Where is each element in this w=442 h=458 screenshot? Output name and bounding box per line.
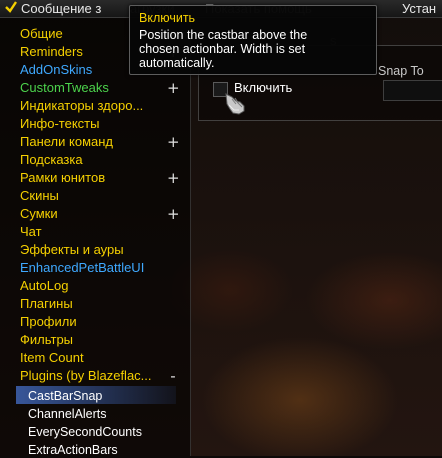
sidebar-subitem[interactable]: EverySecondCounts xyxy=(28,424,142,440)
sidebar-item[interactable]: Плагины xyxy=(20,296,73,312)
sidebar-item[interactable]: Инфо-тексты xyxy=(20,116,99,132)
expand-icon[interactable]: + xyxy=(167,135,180,150)
tooltip-line: Position the castbar above the xyxy=(139,28,308,42)
sidebar-item[interactable]: Сумки xyxy=(20,206,58,222)
checkmark-icon xyxy=(5,1,17,13)
sidebar-item[interactable]: Чат xyxy=(20,224,42,240)
tooltip-line: automatically. xyxy=(139,56,215,70)
sidebar-item[interactable]: Item Count xyxy=(20,350,84,366)
collapse-icon[interactable]: - xyxy=(167,369,179,384)
expand-icon[interactable]: + xyxy=(167,207,180,222)
enable-tooltip: Включить Position the castbar above the … xyxy=(129,5,377,75)
sidebar-item[interactable]: EnhancedPetBattleUI xyxy=(20,260,144,276)
sidebar-item[interactable]: Рамки юнитов xyxy=(20,170,105,186)
install-button[interactable]: Устан xyxy=(402,1,436,16)
sidebar-item[interactable]: Профили xyxy=(20,314,77,330)
sidebar-item[interactable]: Скины xyxy=(20,188,59,204)
sidebar-item[interactable]: Plugins (by Blazeflac... xyxy=(20,368,152,384)
sidebar-item[interactable]: Подсказка xyxy=(20,152,83,168)
snap-to-label: Snap To xyxy=(378,64,424,78)
tooltip-line: chosen actionbar. Width is set xyxy=(139,42,306,56)
sidebar-item[interactable]: Эффекты и ауры xyxy=(20,242,124,258)
tooltip-title: Включить xyxy=(139,11,196,25)
sidebar-subitem[interactable]: ChannelAlerts xyxy=(28,406,107,422)
sidebar-item[interactable]: CustomTweaks xyxy=(20,80,109,96)
sidebar-item[interactable]: AddOnSkins xyxy=(20,62,92,78)
sidebar-item[interactable]: AutoLog xyxy=(20,278,68,294)
sidebar-item[interactable]: Общие xyxy=(20,26,63,42)
sidebar-item[interactable]: Фильтры xyxy=(20,332,73,348)
sidebar-subitem-selected[interactable]: CastBarSnap xyxy=(28,388,102,404)
sidebar-item[interactable]: Reminders xyxy=(20,44,83,60)
snap-to-dropdown[interactable] xyxy=(383,80,442,101)
sidebar-item[interactable]: Панели команд xyxy=(20,134,113,150)
addon-title: Сообщение з xyxy=(21,1,102,16)
gauntlet-cursor-icon xyxy=(225,93,245,115)
expand-icon[interactable]: + xyxy=(167,81,180,96)
sidebar-item[interactable]: Индикаторы здоро... xyxy=(20,98,143,114)
expand-icon[interactable]: + xyxy=(167,171,180,186)
